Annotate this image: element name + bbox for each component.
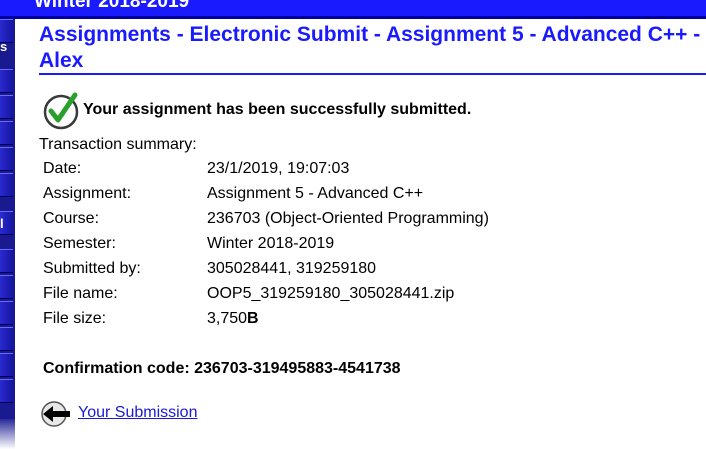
side-nav-label-1: s <box>0 39 8 54</box>
your-submission-label: Your Submission <box>78 404 198 421</box>
side-nav-button-8[interactable] <box>0 249 13 273</box>
summary-value: OOP5_319259180_305028441.zip <box>207 285 455 302</box>
summary-label: Date: <box>43 160 82 177</box>
confirmation-code: Confirmation code: 236703-319495883-4541… <box>43 360 401 377</box>
success-message: Your assignment has been successfully su… <box>83 101 472 118</box>
side-nav-button-2[interactable] <box>0 69 13 93</box>
side-nav-button-3[interactable] <box>0 95 13 119</box>
side-nav-button-5[interactable] <box>0 147 13 171</box>
check-circle-icon <box>43 92 79 130</box>
summary-row-submitted-by: Submitted by: 305028441, 319259180 <box>43 260 643 285</box>
summary-label: File size: <box>43 310 107 327</box>
side-nav-button-12[interactable] <box>0 353 13 377</box>
summary-row-course: Course: 236703 (Object-Oriented Programm… <box>43 210 643 235</box>
page-title: Assignments - Electronic Submit - Assign… <box>39 23 701 72</box>
heading-divider <box>39 73 706 75</box>
file-size-unit: B <box>247 310 259 327</box>
summary-value: 23/1/2019, 19:07:03 <box>207 160 350 177</box>
file-size-number: 3,750 <box>207 310 248 327</box>
header-divider <box>0 16 706 19</box>
summary-label: Course: <box>43 210 100 227</box>
side-nav-button-13[interactable] <box>0 379 13 403</box>
summary-label: File name: <box>43 285 118 302</box>
summary-label: Semester: <box>43 235 116 252</box>
summary-row-date: Date: 23/1/2019, 19:07:03 <box>43 160 643 185</box>
semester-title: Winter 2018-2019 <box>34 0 190 12</box>
side-nav-fade <box>0 419 15 449</box>
summary-label: Submitted by: <box>43 260 141 277</box>
side-nav-button-1[interactable]: s <box>0 19 13 53</box>
side-nav-button-9[interactable] <box>0 275 13 299</box>
summary-value: Assignment 5 - Advanced C++ <box>207 185 424 202</box>
side-nav-button-4[interactable] <box>0 121 13 145</box>
top-bar: Winter 2018-2019 <box>0 0 706 16</box>
summary-row-file-size: File size: 3,750B <box>43 310 643 335</box>
summary-value: Winter 2018-2019 <box>207 235 335 252</box>
summary-row-assignment: Assignment: Assignment 5 - Advanced C++ <box>43 185 643 210</box>
side-nav-button-6[interactable] <box>0 173 13 197</box>
summary-row-semester: Semester: Winter 2018-2019 <box>43 235 643 260</box>
side-nav-label-7: l <box>0 216 4 231</box>
summary-value: 236703 (Object-Oriented Programming) <box>207 210 489 227</box>
side-nav-button-11[interactable] <box>0 327 13 351</box>
summary-label: Assignment: <box>43 185 132 202</box>
summary-value: 305028441, 319259180 <box>207 260 377 277</box>
arrow-left-icon <box>41 401 70 427</box>
summary-value-file-size: 3,750B <box>207 310 259 328</box>
side-nav-button-7[interactable]: l <box>0 211 13 235</box>
side-nav-button-10[interactable] <box>0 301 13 325</box>
summary-row-file-name: File name: OOP5_319259180_305028441.zip <box>43 285 643 310</box>
summary-heading: Transaction summary: <box>39 136 197 153</box>
side-nav: s l <box>0 19 15 419</box>
